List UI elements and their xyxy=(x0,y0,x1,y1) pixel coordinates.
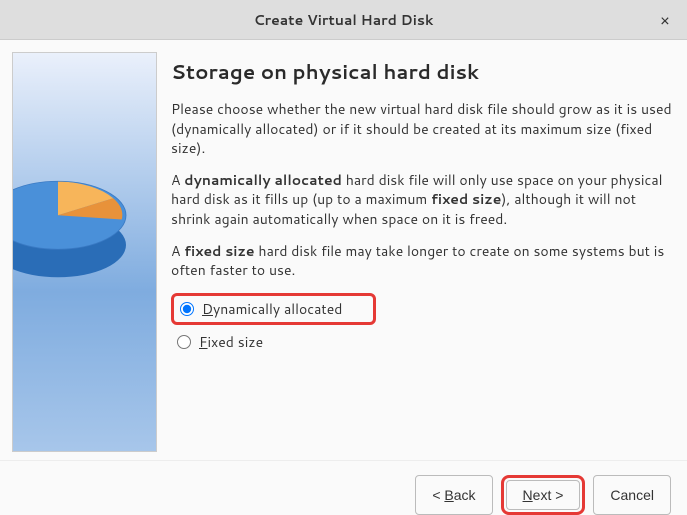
main-panel: Storage on physical hard disk Please cho… xyxy=(171,52,675,460)
footer-buttons: < Back Next > Cancel xyxy=(0,460,687,515)
close-button[interactable]: × xyxy=(653,8,677,32)
dynamic-paragraph: A dynamically allocated hard disk file w… xyxy=(171,171,675,230)
next-button[interactable]: Next > xyxy=(506,480,581,510)
intro-paragraph: Please choose whether the new virtual ha… xyxy=(171,100,675,159)
page-heading: Storage on physical hard disk xyxy=(171,58,675,86)
pie-chart-icon xyxy=(12,143,143,313)
wizard-banner-image xyxy=(12,52,157,452)
radio-dynamic-label: Dynamically allocated xyxy=(202,299,342,319)
fixed-paragraph: A fixed size hard disk file may take lon… xyxy=(171,242,675,281)
radio-dynamically-allocated[interactable]: Dynamically allocated xyxy=(171,293,376,325)
next-button-highlight: Next > xyxy=(501,475,586,515)
radio-fixed-label: Fixed size xyxy=(199,332,263,352)
radio-fixed-size[interactable]: Fixed size xyxy=(171,329,675,355)
radio-fixed-input[interactable] xyxy=(177,335,191,349)
back-button[interactable]: < Back xyxy=(415,475,492,515)
radio-dynamic-input[interactable] xyxy=(180,302,194,316)
content-area: Storage on physical hard disk Please cho… xyxy=(0,40,687,460)
cancel-button[interactable]: Cancel xyxy=(593,475,671,515)
titlebar: Create Virtual Hard Disk × xyxy=(0,0,687,40)
window-title: Create Virtual Hard Disk xyxy=(254,10,434,30)
